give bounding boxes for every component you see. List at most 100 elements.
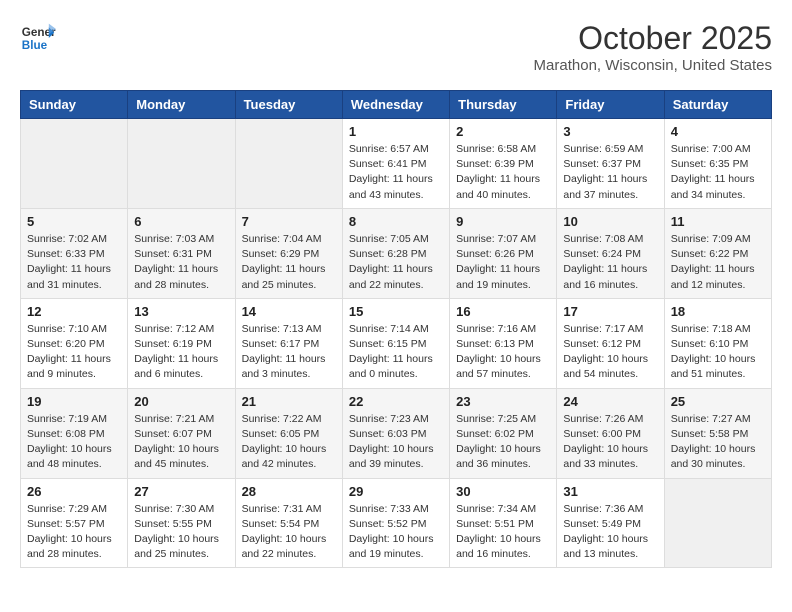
calendar-week-5: 26 Sunrise: 7:29 AM Sunset: 5:57 PM Dayli… (21, 478, 772, 568)
weekday-header-saturday: Saturday (664, 91, 771, 119)
day-number: 28 (242, 484, 336, 499)
weekday-header-tuesday: Tuesday (235, 91, 342, 119)
calendar-table: SundayMondayTuesdayWednesdayThursdayFrid… (20, 90, 772, 568)
day-number: 3 (563, 124, 657, 139)
day-info: Sunrise: 7:10 AM Sunset: 6:20 PM Dayligh… (27, 322, 121, 383)
calendar-week-3: 12 Sunrise: 7:10 AM Sunset: 6:20 PM Dayli… (21, 298, 772, 388)
calendar-cell: 4 Sunrise: 7:00 AM Sunset: 6:35 PM Daylig… (664, 119, 771, 209)
weekday-header-thursday: Thursday (450, 91, 557, 119)
calendar-week-2: 5 Sunrise: 7:02 AM Sunset: 6:33 PM Daylig… (21, 208, 772, 298)
day-number: 17 (563, 304, 657, 319)
day-number: 18 (671, 304, 765, 319)
day-info: Sunrise: 7:00 AM Sunset: 6:35 PM Dayligh… (671, 142, 765, 203)
day-number: 5 (27, 214, 121, 229)
day-info: Sunrise: 7:04 AM Sunset: 6:29 PM Dayligh… (242, 232, 336, 293)
calendar-cell: 25Sunrise: 7:27 AM Sunset: 5:58 PM Dayli… (664, 388, 771, 478)
day-info: Sunrise: 7:23 AM Sunset: 6:03 PM Dayligh… (349, 412, 443, 473)
calendar-cell: 14 Sunrise: 7:13 AM Sunset: 6:17 PM Dayli… (235, 298, 342, 388)
day-number: 24 (563, 394, 657, 409)
calendar-cell (235, 119, 342, 209)
day-info: Sunrise: 7:02 AM Sunset: 6:33 PM Dayligh… (27, 232, 121, 293)
day-number: 14 (242, 304, 336, 319)
calendar-cell: 29 Sunrise: 7:33 AM Sunset: 5:52 PM Dayli… (342, 478, 449, 568)
svg-text:Blue: Blue (22, 39, 48, 52)
day-number: 23 (456, 394, 550, 409)
weekday-header-friday: Friday (557, 91, 664, 119)
day-number: 20 (134, 394, 228, 409)
day-info: Sunrise: 7:08 AM Sunset: 6:24 PM Dayligh… (563, 232, 657, 293)
day-number: 13 (134, 304, 228, 319)
day-info: Sunrise: 7:30 AM Sunset: 5:55 PM Dayligh… (134, 502, 228, 563)
calendar-cell: 31 Sunrise: 7:36 AM Sunset: 5:49 PM Dayli… (557, 478, 664, 568)
day-info: Sunrise: 7:29 AM Sunset: 5:57 PM Dayligh… (27, 502, 121, 563)
calendar-cell: 5 Sunrise: 7:02 AM Sunset: 6:33 PM Daylig… (21, 208, 128, 298)
day-number: 1 (349, 124, 443, 139)
calendar-cell: 22 Sunrise: 7:23 AM Sunset: 6:03 PM Dayli… (342, 388, 449, 478)
calendar-week-4: 19 Sunrise: 7:19 AM Sunset: 6:08 PM Dayli… (21, 388, 772, 478)
day-info: Sunrise: 7:19 AM Sunset: 6:08 PM Dayligh… (27, 412, 121, 473)
day-info: Sunrise: 7:16 AM Sunset: 6:13 PM Dayligh… (456, 322, 550, 383)
calendar-cell (128, 119, 235, 209)
calendar-cell: 23 Sunrise: 7:25 AM Sunset: 6:02 PM Dayli… (450, 388, 557, 478)
calendar-cell: 28 Sunrise: 7:31 AM Sunset: 5:54 PM Dayli… (235, 478, 342, 568)
day-number: 22 (349, 394, 443, 409)
day-number: 27 (134, 484, 228, 499)
calendar-cell: 10 Sunrise: 7:08 AM Sunset: 6:24 PM Dayli… (557, 208, 664, 298)
day-number: 25 (671, 394, 765, 409)
calendar-cell: 16Sunrise: 7:16 AM Sunset: 6:13 PM Dayli… (450, 298, 557, 388)
day-info: Sunrise: 7:34 AM Sunset: 5:51 PM Dayligh… (456, 502, 550, 563)
page-header: General Blue October 2025 Marathon, Wisc… (20, 20, 772, 74)
day-number: 4 (671, 124, 765, 139)
location-title: Marathon, Wisconsin, United States (534, 57, 772, 74)
calendar-cell: 13 Sunrise: 7:12 AM Sunset: 6:19 PM Dayli… (128, 298, 235, 388)
day-number: 2 (456, 124, 550, 139)
day-info: Sunrise: 6:57 AM Sunset: 6:41 PM Dayligh… (349, 142, 443, 203)
day-info: Sunrise: 7:07 AM Sunset: 6:26 PM Dayligh… (456, 232, 550, 293)
day-info: Sunrise: 7:09 AM Sunset: 6:22 PM Dayligh… (671, 232, 765, 293)
calendar-cell: 8Sunrise: 7:05 AM Sunset: 6:28 PM Daylig… (342, 208, 449, 298)
day-number: 19 (27, 394, 121, 409)
day-info: Sunrise: 7:14 AM Sunset: 6:15 PM Dayligh… (349, 322, 443, 383)
calendar-cell: 19 Sunrise: 7:19 AM Sunset: 6:08 PM Dayli… (21, 388, 128, 478)
day-info: Sunrise: 7:31 AM Sunset: 5:54 PM Dayligh… (242, 502, 336, 563)
day-number: 26 (27, 484, 121, 499)
day-info: Sunrise: 7:05 AM Sunset: 6:28 PM Dayligh… (349, 232, 443, 293)
month-title: October 2025 (534, 20, 772, 57)
day-info: Sunrise: 7:33 AM Sunset: 5:52 PM Dayligh… (349, 502, 443, 563)
day-number: 21 (242, 394, 336, 409)
day-info: Sunrise: 7:25 AM Sunset: 6:02 PM Dayligh… (456, 412, 550, 473)
logo: General Blue (20, 20, 56, 56)
calendar-cell (21, 119, 128, 209)
day-number: 12 (27, 304, 121, 319)
calendar-cell: 27 Sunrise: 7:30 AM Sunset: 5:55 PM Dayli… (128, 478, 235, 568)
calendar-cell: 21 Sunrise: 7:22 AM Sunset: 6:05 PM Dayli… (235, 388, 342, 478)
calendar-cell: 7 Sunrise: 7:04 AM Sunset: 6:29 PM Daylig… (235, 208, 342, 298)
calendar-cell: 26 Sunrise: 7:29 AM Sunset: 5:57 PM Dayli… (21, 478, 128, 568)
calendar-cell: 12 Sunrise: 7:10 AM Sunset: 6:20 PM Dayli… (21, 298, 128, 388)
weekday-header-row: SundayMondayTuesdayWednesdayThursdayFrid… (21, 91, 772, 119)
day-info: Sunrise: 7:18 AM Sunset: 6:10 PM Dayligh… (671, 322, 765, 383)
day-info: Sunrise: 7:13 AM Sunset: 6:17 PM Dayligh… (242, 322, 336, 383)
calendar-cell: 2Sunrise: 6:58 AM Sunset: 6:39 PM Daylig… (450, 119, 557, 209)
calendar-cell: 9 Sunrise: 7:07 AM Sunset: 6:26 PM Daylig… (450, 208, 557, 298)
day-number: 9 (456, 214, 550, 229)
calendar-week-1: 1 Sunrise: 6:57 AM Sunset: 6:41 PM Daylig… (21, 119, 772, 209)
day-info: Sunrise: 7:03 AM Sunset: 6:31 PM Dayligh… (134, 232, 228, 293)
calendar-cell: 3 Sunrise: 6:59 AM Sunset: 6:37 PM Daylig… (557, 119, 664, 209)
weekday-header-monday: Monday (128, 91, 235, 119)
logo-icon: General Blue (20, 20, 56, 56)
calendar-cell (664, 478, 771, 568)
day-info: Sunrise: 7:12 AM Sunset: 6:19 PM Dayligh… (134, 322, 228, 383)
day-number: 10 (563, 214, 657, 229)
day-info: Sunrise: 7:36 AM Sunset: 5:49 PM Dayligh… (563, 502, 657, 563)
calendar-cell: 24Sunrise: 7:26 AM Sunset: 6:00 PM Dayli… (557, 388, 664, 478)
day-info: Sunrise: 7:22 AM Sunset: 6:05 PM Dayligh… (242, 412, 336, 473)
day-number: 29 (349, 484, 443, 499)
calendar-cell: 17Sunrise: 7:17 AM Sunset: 6:12 PM Dayli… (557, 298, 664, 388)
day-number: 31 (563, 484, 657, 499)
title-block: October 2025 Marathon, Wisconsin, United… (534, 20, 772, 74)
weekday-header-sunday: Sunday (21, 91, 128, 119)
day-number: 7 (242, 214, 336, 229)
day-number: 6 (134, 214, 228, 229)
day-info: Sunrise: 6:59 AM Sunset: 6:37 PM Dayligh… (563, 142, 657, 203)
